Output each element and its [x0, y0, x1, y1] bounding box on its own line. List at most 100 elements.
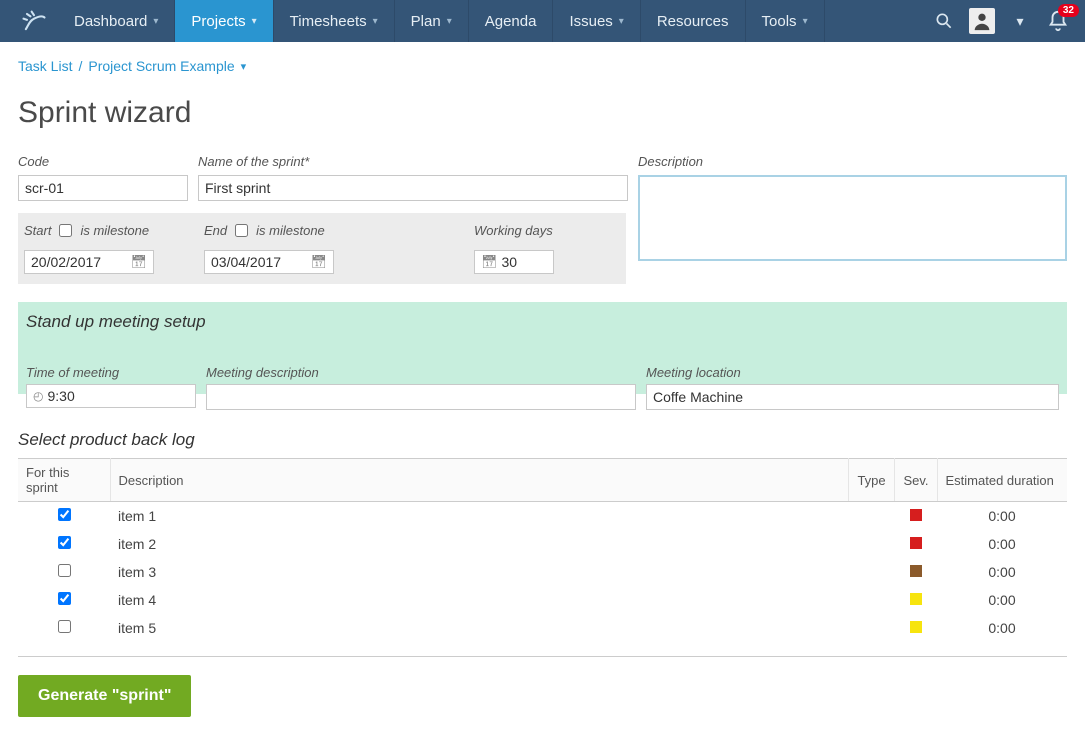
col-duration[interactable]: Estimated duration — [937, 459, 1067, 502]
page-title: Sprint wizard — [18, 96, 1067, 130]
row-type — [849, 614, 895, 642]
col-description[interactable]: Description — [110, 459, 849, 502]
row-duration: 0:00 — [937, 614, 1067, 642]
start-date-input[interactable]: 20/02/2017 📅︎ — [24, 250, 154, 274]
search-icon — [934, 11, 954, 31]
row-checkbox[interactable] — [58, 564, 71, 577]
end-date-input[interactable]: 03/04/2017 📅︎ — [204, 250, 334, 274]
search-button[interactable] — [931, 8, 957, 34]
nav-item-dashboard[interactable]: Dashboard ▾ — [58, 0, 175, 42]
row-checkbox[interactable] — [58, 592, 71, 605]
row-description: item 2 — [110, 530, 849, 558]
nav-item-resources[interactable]: Resources — [641, 0, 746, 42]
row-severity — [895, 530, 937, 558]
table-row: item 5 0:00 — [18, 614, 1067, 642]
chevron-down-icon: ▾ — [803, 16, 808, 27]
chevron-down-icon[interactable]: ▾ — [241, 60, 247, 73]
end-milestone-checkbox[interactable] — [235, 224, 248, 237]
chevron-down-icon: ▾ — [1016, 13, 1023, 30]
row-severity — [895, 558, 937, 586]
row-checkbox[interactable] — [58, 508, 71, 521]
row-checkbox[interactable] — [58, 536, 71, 549]
row-duration: 0:00 — [937, 530, 1067, 558]
calendar-icon: 📅︎ — [481, 254, 498, 270]
meeting-time-input[interactable]: ◴ 9:30 — [26, 384, 196, 408]
notifications-button[interactable]: 32 — [1045, 8, 1071, 34]
row-type — [849, 530, 895, 558]
logo-icon — [20, 7, 48, 35]
start-label: Start is milestone — [24, 223, 194, 238]
breadcrumb-task-list[interactable]: Task List — [18, 58, 72, 74]
start-milestone-label: is milestone — [80, 223, 149, 238]
nav-item-label: Plan — [411, 13, 441, 30]
col-for-sprint[interactable]: For this sprint — [18, 459, 110, 502]
name-label: Name of the sprint* — [198, 154, 628, 169]
chevron-down-icon: ▾ — [447, 16, 452, 27]
severity-swatch — [910, 593, 922, 605]
nav-item-timesheets[interactable]: Timesheets ▾ — [274, 0, 395, 42]
nav-item-label: Issues — [569, 13, 612, 30]
row-severity — [895, 502, 937, 531]
standup-section: Stand up meeting setup Time of meeting ◴… — [18, 302, 1067, 394]
row-description: item 4 — [110, 586, 849, 614]
row-duration: 0:00 — [937, 586, 1067, 614]
avatar-icon — [971, 10, 993, 32]
meeting-desc-input[interactable] — [206, 384, 636, 410]
backlog-title: Select product back log — [18, 430, 1067, 450]
row-checkbox[interactable] — [58, 620, 71, 633]
breadcrumb-separator: / — [78, 58, 82, 74]
row-type — [849, 502, 895, 531]
chevron-down-icon: ▾ — [252, 16, 257, 27]
description-label: Description — [638, 154, 1067, 169]
nav-item-label: Dashboard — [74, 13, 147, 30]
nav-item-projects[interactable]: Projects ▾ — [175, 0, 273, 42]
name-input[interactable] — [198, 175, 628, 201]
nav-item-issues[interactable]: Issues ▾ — [553, 0, 640, 42]
app-logo[interactable] — [10, 0, 58, 42]
chevron-down-icon: ▾ — [373, 16, 378, 27]
working-days-label: Working days — [474, 223, 554, 238]
meeting-loc-input[interactable] — [646, 384, 1059, 410]
chevron-down-icon: ▾ — [619, 16, 624, 27]
notification-badge: 32 — [1058, 4, 1079, 17]
avatar[interactable] — [969, 8, 995, 34]
nav-item-label: Tools — [762, 13, 797, 30]
row-duration: 0:00 — [937, 502, 1067, 531]
col-severity[interactable]: Sev. — [895, 459, 937, 502]
generate-sprint-button[interactable]: Generate "sprint" — [18, 675, 191, 717]
nav-item-agenda[interactable]: Agenda — [469, 0, 554, 42]
row-description: item 1 — [110, 502, 849, 531]
breadcrumb-project[interactable]: Project Scrum Example — [88, 58, 234, 74]
chevron-down-icon: ▾ — [153, 16, 158, 27]
nav-item-tools[interactable]: Tools ▾ — [746, 0, 825, 42]
row-duration: 0:00 — [937, 558, 1067, 586]
nav-item-label: Timesheets — [290, 13, 367, 30]
standup-title: Stand up meeting setup — [26, 312, 1059, 332]
row-type — [849, 586, 895, 614]
avatar-menu[interactable]: ▾ — [1007, 8, 1033, 34]
col-type[interactable]: Type — [849, 459, 895, 502]
description-textarea[interactable] — [638, 175, 1067, 261]
table-row: item 4 0:00 — [18, 586, 1067, 614]
nav-item-label: Projects — [191, 13, 245, 30]
nav-item-label: Resources — [657, 13, 729, 30]
start-milestone-checkbox[interactable] — [59, 224, 72, 237]
severity-swatch — [910, 509, 922, 521]
working-days-input[interactable]: 📅︎ 30 — [474, 250, 554, 274]
table-row: item 3 0:00 — [18, 558, 1067, 586]
end-label: End is milestone — [204, 223, 464, 238]
severity-swatch — [910, 537, 922, 549]
top-navbar: Dashboard ▾ Projects ▾ Timesheets ▾ Plan ▾ Agend… — [0, 0, 1085, 42]
row-type — [849, 558, 895, 586]
nav-item-label: Agenda — [485, 13, 537, 30]
backlog-table: For this sprint Description Type Sev. Es… — [18, 458, 1067, 642]
breadcrumb: Task List / Project Scrum Example ▾ — [18, 58, 1067, 74]
code-input[interactable] — [18, 175, 188, 201]
severity-swatch — [910, 621, 922, 633]
nav-item-plan[interactable]: Plan ▾ — [395, 0, 469, 42]
calendar-icon: 📅︎ — [310, 254, 327, 270]
row-description: item 3 — [110, 558, 849, 586]
row-severity — [895, 586, 937, 614]
clock-icon: ◴ — [33, 389, 43, 403]
row-description: item 5 — [110, 614, 849, 642]
